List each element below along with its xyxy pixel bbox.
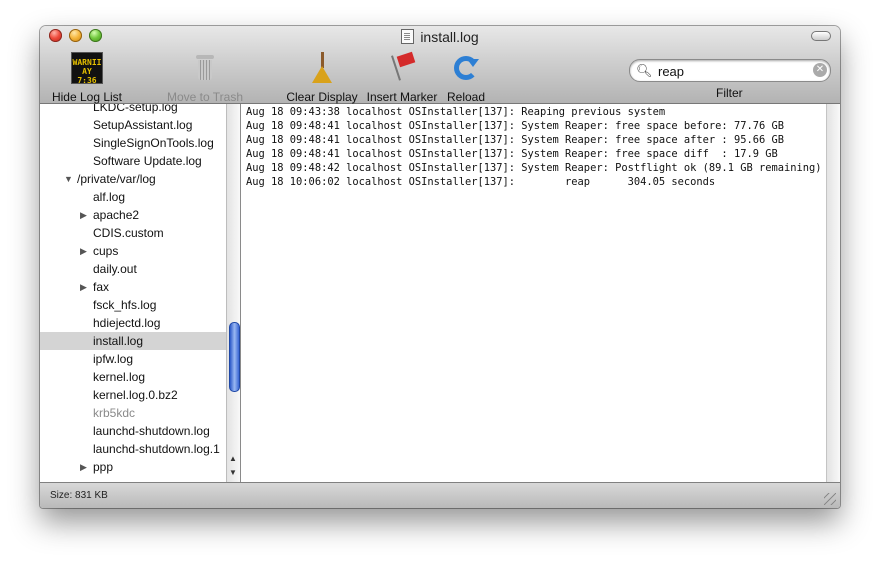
- sidebar-item-label: daily.out: [93, 262, 137, 276]
- sidebar-item[interactable]: install.log: [40, 332, 226, 350]
- clear-search-icon[interactable]: ✕: [813, 63, 827, 77]
- window-title-text: install.log: [420, 29, 479, 45]
- move-to-trash-button[interactable]: Move to Trash: [165, 52, 245, 104]
- disclosure-closed-icon[interactable]: ▶: [80, 206, 87, 224]
- sidebar-item[interactable]: launchd-shutdown.log: [40, 422, 226, 440]
- sidebar-item-label: SingleSignOnTools.log: [93, 136, 214, 150]
- trash-icon: [189, 52, 221, 84]
- sidebar-item-label: cups: [93, 244, 119, 258]
- sidebar-scrollbar[interactable]: ▲ ▼: [226, 104, 241, 482]
- sidebar-item[interactable]: ▶ ppp: [40, 458, 226, 476]
- hide-log-list-button[interactable]: WARNII AY 7:36 Hide Log List: [51, 52, 123, 104]
- sidebar-item-label: apache2: [93, 208, 140, 222]
- sidebar-item-label: launchd-shutdown.log: [93, 424, 210, 438]
- scroll-up-arrow[interactable]: ▲: [229, 454, 237, 463]
- insert-marker-button[interactable]: Insert Marker: [365, 52, 439, 104]
- sidebar-item-label: launchd-shutdown.log.1: [93, 442, 220, 456]
- sidebar-item-label: fax: [93, 280, 110, 294]
- warning-icon-text-2: AY 7:36: [77, 67, 97, 85]
- resize-grip-icon[interactable]: [824, 493, 836, 505]
- document-icon: [401, 29, 415, 44]
- sidebar-item[interactable]: fsck_hfs.log: [40, 296, 226, 314]
- log-view[interactable]: Aug 18 09:43:38 localhost OSInstaller[13…: [241, 104, 826, 482]
- sidebar-item-label: install.log: [93, 334, 144, 348]
- reload-label: Reload: [446, 90, 486, 104]
- log-line: Aug 18 09:48:41 localhost OSInstaller[13…: [246, 148, 778, 160]
- search-field[interactable]: 🔍︎ ✕: [629, 59, 831, 82]
- sidebar-item[interactable]: hdiejectd.log: [40, 314, 226, 332]
- insert-marker-label: Insert Marker: [366, 90, 438, 104]
- sidebar-item-label: ppp: [93, 460, 114, 474]
- sidebar-item-label: CDIS.custom: [93, 226, 164, 240]
- status-bar: Size: 831 KB: [40, 482, 840, 508]
- log-line: Aug 18 09:48:42 localhost OSInstaller[13…: [246, 162, 822, 174]
- move-to-trash-label: Move to Trash: [166, 90, 244, 104]
- sidebar-scroll-thumb[interactable]: [229, 322, 240, 392]
- sidebar-item-label: SetupAssistant.log: [93, 118, 193, 132]
- search-input[interactable]: [656, 62, 810, 80]
- sidebar-item-label: /private/var/log: [77, 172, 156, 186]
- console-warning-icon: WARNII AY 7:36: [71, 52, 103, 85]
- sidebar-item-label: hdiejectd.log: [93, 316, 161, 330]
- sidebar-item[interactable]: daily.out: [40, 260, 226, 278]
- file-size-status: Size: 831 KB: [50, 490, 108, 501]
- sidebar-item[interactable]: LKDC-setup.log: [40, 104, 226, 116]
- disclosure-open-icon[interactable]: ▼: [64, 170, 73, 188]
- log-line: Aug 18 09:48:41 localhost OSInstaller[13…: [246, 120, 784, 132]
- sidebar-item[interactable]: ipfw.log: [40, 350, 226, 368]
- toolbar-toggle-button[interactable]: [811, 31, 831, 41]
- clear-display-label: Clear Display: [286, 90, 358, 104]
- reload-button[interactable]: Reload: [445, 52, 487, 104]
- sidebar-item-label: alf.log: [93, 190, 126, 204]
- sidebar-item[interactable]: kernel.log: [40, 368, 226, 386]
- sidebar-item-label: fsck_hfs.log: [93, 298, 157, 312]
- sidebar-item[interactable]: ▶ apache2: [40, 206, 226, 224]
- sidebar-item-label: Software Update.log: [93, 154, 202, 168]
- search-icon[interactable]: 🔍︎: [636, 63, 653, 79]
- filter-label: Filter: [716, 86, 743, 100]
- sidebar-item-label: ipfw.log: [93, 352, 134, 366]
- hide-log-list-label: Hide Log List: [51, 90, 123, 104]
- sidebar-item[interactable]: ▶ fax: [40, 278, 226, 296]
- sidebar-item[interactable]: alf.log: [40, 188, 226, 206]
- clear-display-button[interactable]: Clear Display: [285, 52, 359, 104]
- sidebar-item[interactable]: ▼ /private/var/log: [40, 170, 226, 188]
- sidebar-item[interactable]: krb5kdc: [40, 404, 226, 422]
- sidebar-item-label: krb5kdc: [93, 406, 136, 420]
- sidebar-item-label: kernel.log.0.bz2: [93, 388, 178, 402]
- console-window: install.log WARNII AY 7:36 Hide Log List…: [40, 26, 840, 508]
- window-title: install.log: [40, 29, 840, 45]
- sidebar-item[interactable]: Software Update.log: [40, 152, 226, 170]
- disclosure-closed-icon[interactable]: ▶: [80, 278, 87, 296]
- sidebar-item-label: LKDC-setup.log: [93, 104, 178, 114]
- disclosure-closed-icon[interactable]: ▶: [80, 458, 87, 476]
- broom-icon: [306, 52, 338, 84]
- sidebar-item[interactable]: ▶ cups: [40, 242, 226, 260]
- sidebar-item[interactable]: SetupAssistant.log: [40, 116, 226, 134]
- log-list-sidebar: LKDC-setup.log SetupAssistant.log SingleSi…: [40, 104, 241, 482]
- sidebar-item[interactable]: CDIS.custom: [40, 224, 226, 242]
- scroll-down-arrow[interactable]: ▼: [229, 468, 237, 477]
- marker-flag-icon: [386, 52, 418, 84]
- log-line: Aug 18 09:43:38 localhost OSInstaller[13…: [246, 106, 666, 118]
- reload-icon: [454, 56, 479, 80]
- sidebar-item[interactable]: kernel.log.0.bz2: [40, 386, 226, 404]
- log-scrollbar[interactable]: [826, 104, 840, 482]
- log-line: Aug 18 10:06:02 localhost OSInstaller[13…: [246, 176, 716, 188]
- sidebar-item[interactable]: launchd-shutdown.log.1: [40, 440, 226, 458]
- disclosure-closed-icon[interactable]: ▶: [80, 242, 87, 260]
- titlebar: install.log WARNII AY 7:36 Hide Log List…: [40, 26, 840, 104]
- sidebar-item[interactable]: SingleSignOnTools.log: [40, 134, 226, 152]
- log-line: Aug 18 09:48:41 localhost OSInstaller[13…: [246, 134, 784, 146]
- sidebar-item-label: kernel.log: [93, 370, 146, 384]
- warning-icon-text-1: WARNII: [72, 58, 102, 67]
